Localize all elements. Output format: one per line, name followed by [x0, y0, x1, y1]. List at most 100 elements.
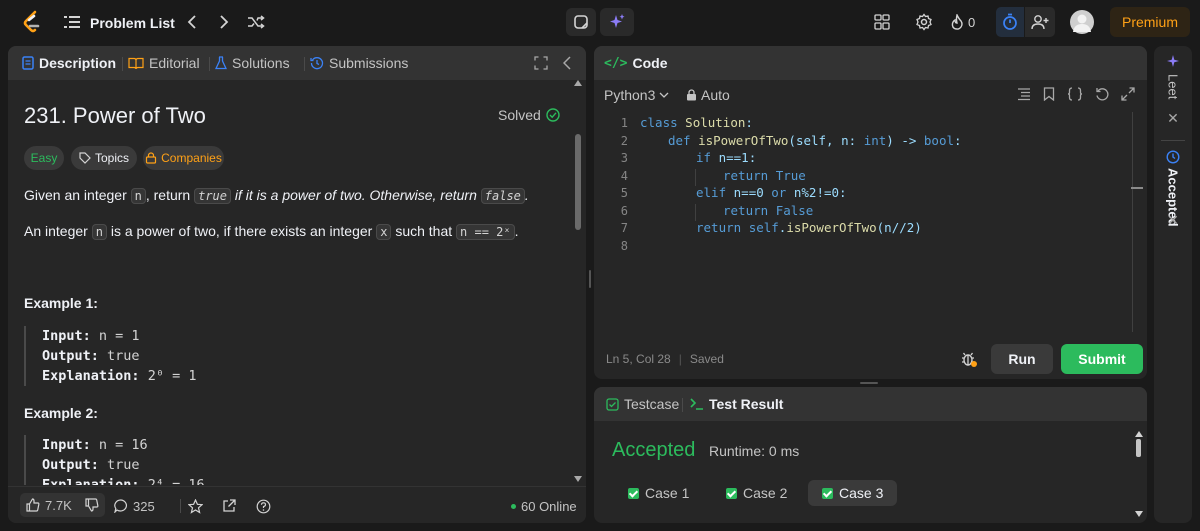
thumbs-down-icon[interactable]	[85, 498, 99, 512]
language-select[interactable]: Python3	[604, 87, 669, 103]
close-icon[interactable]: ✕	[1154, 212, 1192, 229]
tab-submissions[interactable]: Submissions	[310, 54, 408, 72]
tab-testcase-label: Testcase	[624, 396, 680, 412]
add-user-icon[interactable]	[1025, 7, 1055, 37]
code-line-5: elif n==0 or n%2!=0:	[696, 185, 847, 200]
example-input: Input: n = 16	[42, 435, 582, 455]
side-tab-leet[interactable]: Leet	[1154, 74, 1192, 99]
scroll-down-icon[interactable]	[574, 476, 582, 482]
tab-divider	[209, 57, 210, 71]
horizontal-resize-handle[interactable]	[860, 382, 878, 384]
braces-icon[interactable]	[1067, 87, 1083, 101]
auto-mode-toggle[interactable]: Auto	[686, 87, 730, 103]
value: 2⁰ = 1	[147, 368, 197, 384]
terminal-icon	[690, 398, 703, 410]
avatar[interactable]	[1070, 10, 1094, 34]
bookmark-icon[interactable]	[1043, 87, 1055, 101]
gear-icon[interactable]	[914, 12, 934, 32]
text: .	[514, 223, 519, 239]
code-line-3: if n==1:	[696, 150, 757, 165]
comments-button[interactable]: 325	[114, 497, 155, 515]
note-icon[interactable]	[566, 8, 596, 36]
streak-counter[interactable]: 0	[950, 12, 975, 32]
debugger-icon[interactable]	[958, 348, 980, 370]
line-number: 5	[620, 186, 628, 200]
footer-divider	[180, 499, 181, 513]
case-tab-2[interactable]: Case 2	[712, 480, 801, 506]
code-header: </> Code	[594, 46, 1147, 80]
history-icon	[1154, 150, 1192, 164]
stopwatch-icon[interactable]	[996, 7, 1024, 37]
difficulty-badge[interactable]: Easy	[24, 146, 64, 170]
help-icon[interactable]	[256, 497, 271, 515]
solved-label: Solved	[498, 107, 541, 123]
chevron-down-icon	[659, 92, 669, 98]
code-line-4: return True	[723, 168, 806, 183]
layout-grid-icon[interactable]	[872, 12, 892, 32]
list-icon[interactable]	[64, 14, 80, 30]
description-scrollbar[interactable]	[575, 134, 581, 230]
tab-test-result[interactable]: Test Result	[690, 395, 783, 413]
expand-icon[interactable]	[1121, 87, 1135, 101]
description-tabs: Description Editorial Solutions Submissi…	[8, 46, 586, 80]
shuffle-icon[interactable]	[246, 12, 266, 32]
flask-icon	[215, 56, 227, 70]
vertical-resize-handle[interactable]	[589, 270, 591, 288]
chevron-right-icon[interactable]	[214, 12, 234, 32]
comment-icon	[114, 499, 127, 513]
like-button[interactable]: 7.7K	[20, 493, 105, 517]
line-number: 7	[620, 221, 628, 235]
code-editor[interactable]: 1 2 3 4 5 6 7 8 class Solution: def isPo…	[594, 112, 1147, 342]
example-1-title: Example 1:	[24, 295, 98, 311]
scroll-down-icon[interactable]	[1135, 511, 1143, 517]
text: such that	[391, 223, 457, 239]
tab-description[interactable]: Description	[22, 54, 116, 72]
tab-editorial[interactable]: Editorial	[128, 54, 200, 72]
tab-testcase[interactable]: Testcase	[606, 395, 679, 413]
example-input: Input: n = 1	[42, 326, 582, 346]
companies-chip[interactable]: Companies	[143, 146, 224, 170]
close-icon[interactable]: ✕	[1154, 110, 1192, 127]
scroll-up-icon[interactable]	[1135, 431, 1143, 437]
problem-list-link[interactable]: Problem List	[90, 14, 175, 32]
reset-icon[interactable]	[1095, 87, 1109, 101]
side-tab-leet-label: Leet	[1165, 74, 1181, 100]
submit-button[interactable]: Submit	[1061, 344, 1143, 374]
scroll-up-icon[interactable]	[574, 80, 582, 86]
verdict-text: Accepted	[612, 439, 696, 461]
share-icon[interactable]	[222, 497, 236, 515]
sparkle-icon[interactable]	[1154, 54, 1192, 68]
sparkle-ai-icon[interactable]	[600, 8, 634, 36]
chevron-left-icon[interactable]	[182, 12, 202, 32]
leetcode-logo-icon[interactable]	[20, 10, 44, 34]
indent-guide	[695, 169, 696, 186]
format-lines-icon[interactable]	[1017, 87, 1031, 101]
book-icon	[128, 57, 144, 69]
tag-icon	[79, 152, 91, 164]
runtime-text: Runtime: 0 ms	[709, 443, 800, 459]
premium-button[interactable]: Premium	[1110, 7, 1190, 37]
line-number: 2	[620, 134, 628, 148]
run-button[interactable]: Run	[991, 344, 1053, 374]
tab-divider	[682, 398, 683, 412]
topics-chip[interactable]: Topics	[71, 146, 137, 170]
label: Explanation:	[42, 477, 140, 485]
streak-count: 0	[968, 14, 976, 30]
maximize-icon[interactable]	[534, 54, 548, 72]
example-output: Output: true	[42, 455, 582, 475]
case-tab-1[interactable]: Case 1	[614, 480, 703, 506]
test-scrollbar[interactable]	[1136, 439, 1141, 457]
tab-test-result-label: Test Result	[709, 396, 784, 412]
code-brackets-icon: </>	[604, 55, 628, 71]
line-number: 4	[620, 169, 628, 183]
lock-icon	[146, 152, 157, 164]
line-number: 1	[620, 116, 628, 130]
case-tab-3[interactable]: Case 3	[808, 480, 898, 506]
editor-tools	[1017, 87, 1135, 101]
star-icon[interactable]	[188, 497, 203, 515]
tab-solutions[interactable]: Solutions	[215, 54, 290, 72]
collapse-left-icon[interactable]	[563, 54, 571, 72]
status-separator: |	[678, 352, 682, 366]
code-tab[interactable]: </> Code	[604, 55, 667, 71]
editor-scrollbar[interactable]	[1132, 112, 1133, 332]
